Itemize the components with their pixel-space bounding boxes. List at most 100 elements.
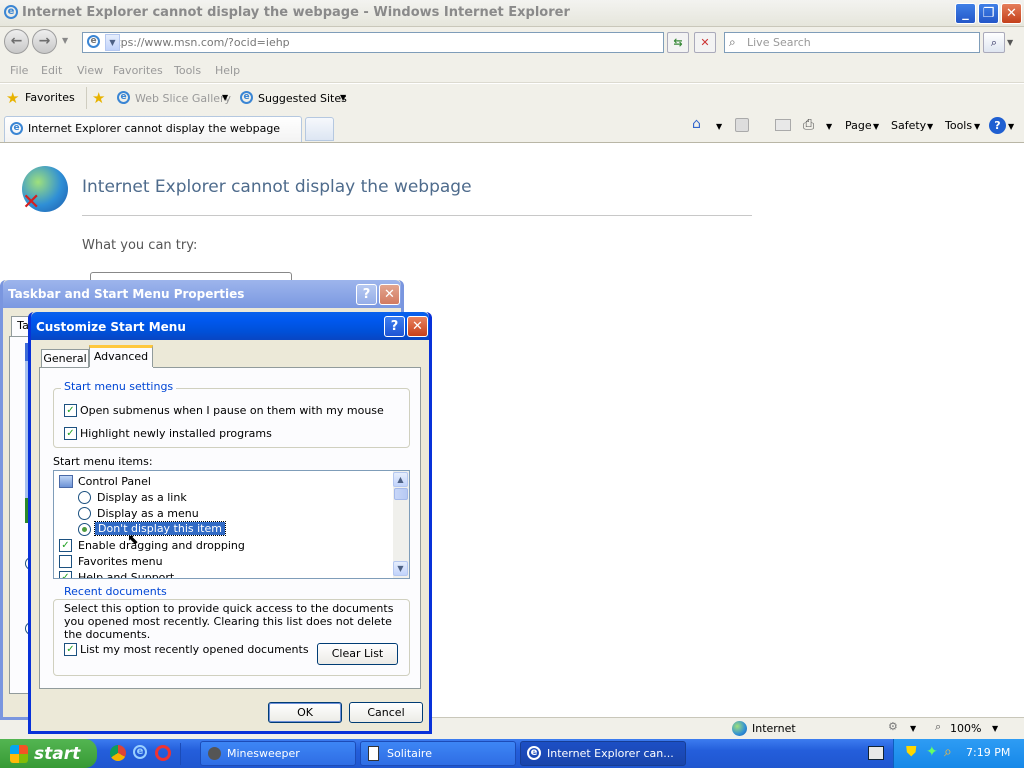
suggested-sites-icon: e — [240, 91, 253, 104]
opera-icon[interactable] — [155, 745, 171, 761]
customize-start-menu-titlebar: Customize Start Menu ? ✕ — [31, 312, 429, 340]
address-bar[interactable]: e https://www.msn.com/?ocid=iehp ▼ — [82, 32, 664, 53]
task-solitaire[interactable]: Solitaire — [360, 741, 516, 766]
divider — [82, 215, 752, 216]
close-button[interactable]: ✕ — [1001, 3, 1022, 24]
back-button[interactable]: ← — [4, 29, 29, 54]
tab-advanced[interactable]: Advanced — [89, 345, 153, 368]
home-icon[interactable]: ⌂ — [692, 116, 701, 132]
list-item-control-panel: Control Panel — [78, 475, 151, 488]
add-favorite-icon[interactable]: ★ — [92, 89, 105, 107]
favorites-menu-checkbox[interactable] — [59, 555, 72, 568]
internet-zone-icon — [732, 721, 747, 736]
chevron-down-icon[interactable]: ▼ — [1008, 122, 1014, 131]
cancel-button[interactable]: Cancel — [349, 702, 423, 723]
task-label: Minesweeper — [227, 747, 300, 760]
search-placeholder: Live Search — [747, 36, 811, 49]
enable-drag-checkbox[interactable]: ✓ — [59, 539, 72, 552]
tab-general[interactable]: General — [41, 349, 89, 368]
chrome-icon[interactable] — [110, 745, 126, 761]
chevron-down-icon[interactable]: ▼ — [974, 122, 980, 131]
chevron-down-icon[interactable]: ▼ — [927, 122, 933, 131]
customize-start-menu-dialog: Customize Start Menu ? ✕ General Advance… — [28, 312, 432, 734]
clock: 7:19 PM — [966, 746, 1011, 759]
scrollbar-thumb[interactable] — [394, 488, 408, 500]
page-heading: Internet Explorer cannot display the web… — [82, 177, 472, 197]
solitaire-icon — [368, 746, 379, 761]
menu-edit[interactable]: Edit — [41, 64, 62, 77]
help-button[interactable]: ? — [356, 284, 377, 305]
scroll-down-icon[interactable]: ▼ — [393, 561, 408, 576]
new-tab-button[interactable] — [305, 117, 334, 141]
compat-view-icon[interactable]: ⇆ — [667, 32, 689, 53]
tab-label: General — [43, 352, 87, 365]
menu-favorites[interactable]: Favorites — [113, 64, 163, 77]
favorites-menu-label: Favorites menu — [78, 555, 163, 568]
menu-file[interactable]: File — [10, 64, 28, 77]
web-slice-gallery[interactable]: Web Slice Gallery — [135, 92, 231, 105]
menu-view[interactable]: View — [77, 64, 103, 77]
task-internet-explorer[interactable]: e Internet Explorer can... — [520, 741, 686, 766]
list-recent-checkbox[interactable]: ✓ — [64, 643, 77, 656]
scroll-up-icon[interactable]: ▲ — [393, 472, 408, 487]
highlight-programs-checkbox[interactable]: ✓ — [64, 427, 77, 440]
stop-icon[interactable]: ✕ — [694, 32, 716, 53]
divider — [153, 367, 421, 368]
chevron-down-icon[interactable]: ▼ — [910, 724, 916, 733]
read-mail-icon[interactable] — [775, 119, 791, 131]
help-icon[interactable]: ? — [989, 117, 1006, 134]
help-support-checkbox[interactable]: ✓ — [59, 571, 72, 578]
minimize-button[interactable]: _ — [955, 3, 976, 24]
help-button[interactable]: ? — [384, 316, 405, 337]
security-shield-icon[interactable]: ⛊ — [906, 744, 917, 760]
menu-tools[interactable]: Tools — [174, 64, 201, 77]
search-go-icon[interactable]: ⌕ — [983, 32, 1005, 53]
radio-display-as-link-label: Display as a link — [97, 491, 187, 504]
tools-menu[interactable]: Tools — [945, 119, 972, 132]
close-button[interactable]: ✕ — [407, 316, 428, 337]
chevron-down-icon[interactable]: ▼ — [340, 93, 346, 102]
close-button[interactable]: ✕ — [379, 284, 400, 305]
address-dropdown-icon[interactable]: ▼ — [105, 34, 120, 51]
tab-current[interactable]: e Internet Explorer cannot display the w… — [4, 116, 302, 142]
minesweeper-icon — [208, 747, 221, 760]
network-icon[interactable]: ✦ — [926, 744, 938, 760]
chevron-down-icon[interactable]: ▼ — [826, 122, 832, 131]
feeds-icon[interactable] — [735, 118, 749, 132]
forward-button[interactable]: → — [32, 29, 57, 54]
menu-help[interactable]: Help — [215, 64, 240, 77]
safety-menu[interactable]: Safety — [891, 119, 926, 132]
clear-list-button[interactable]: Clear List — [317, 643, 398, 665]
favorites-button[interactable]: Favorites — [25, 91, 75, 104]
chevron-down-icon[interactable]: ▼ — [873, 122, 879, 131]
restore-button[interactable]: ❐ — [978, 3, 999, 24]
page-menu[interactable]: Page — [845, 119, 872, 132]
search-options-icon[interactable]: ▼ — [1007, 38, 1013, 47]
search-tray-icon[interactable]: ⌕ — [944, 744, 952, 760]
menu-bar: File Edit View Favorites Tools Help — [0, 58, 1024, 83]
radio-display-as-link[interactable] — [78, 491, 91, 504]
print-icon[interactable]: ⎙ — [803, 117, 814, 133]
recent-documents-label: Recent documents — [61, 585, 170, 598]
ok-button[interactable]: OK — [268, 702, 342, 723]
keyboard-icon[interactable] — [868, 746, 884, 760]
open-submenus-checkbox[interactable]: ✓ — [64, 404, 77, 417]
start-button[interactable]: start — [0, 739, 97, 768]
task-minesweeper[interactable]: Minesweeper — [200, 741, 356, 766]
chevron-down-icon[interactable]: ▼ — [716, 122, 722, 131]
radio-dont-display[interactable] — [78, 523, 91, 536]
divider — [86, 87, 87, 109]
web-slice-icon: e — [117, 91, 130, 104]
chevron-down-icon[interactable]: ▼ — [992, 724, 998, 733]
protected-mode-icon[interactable]: ⚙ — [888, 720, 898, 733]
ie-quicklaunch-icon[interactable]: e — [133, 745, 147, 759]
history-dropdown-icon[interactable]: ▼ — [62, 36, 68, 45]
radio-display-as-menu[interactable] — [78, 507, 91, 520]
start-menu-items-list[interactable]: Control Panel Display as a link Display … — [53, 470, 410, 579]
mouse-cursor-icon: ⬉ — [127, 532, 139, 548]
suggested-sites[interactable]: Suggested Sites — [258, 92, 347, 105]
search-input[interactable]: ⌕ Live Search — [724, 32, 980, 53]
zoom-level[interactable]: 100% — [950, 722, 981, 735]
scrollbar[interactable]: ▲ ▼ — [393, 471, 409, 578]
chevron-down-icon[interactable]: ▼ — [222, 93, 228, 102]
